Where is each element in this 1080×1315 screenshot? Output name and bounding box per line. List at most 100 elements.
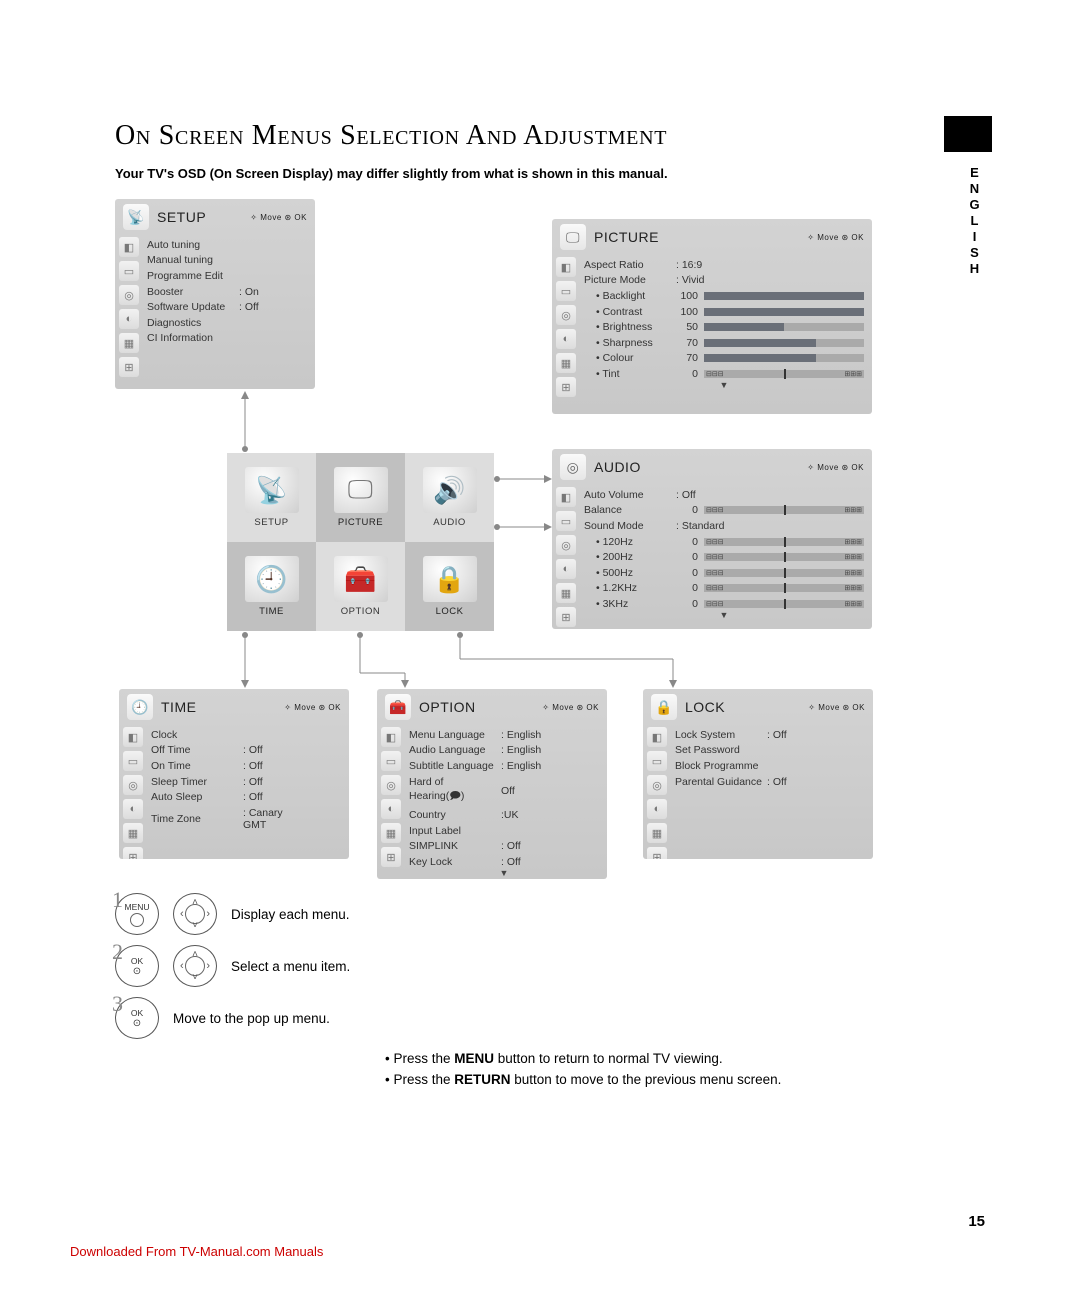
hub-cell-time: 🕘 TIME xyxy=(227,542,316,631)
side-icon: ◧ xyxy=(556,257,576,277)
menu-row: • Brightness50 xyxy=(584,319,864,335)
option-title: OPTION xyxy=(419,699,476,715)
menu-row: Picture Mode: Vivid xyxy=(584,273,864,289)
menu-row: Booster: On xyxy=(147,284,307,300)
side-icon: ◎ xyxy=(556,305,576,325)
menu-row: Country:UK xyxy=(409,807,599,823)
side-icon: ◎ xyxy=(647,775,667,795)
picture-icon: 🖵 xyxy=(334,467,388,513)
menu-row: • Colour70 xyxy=(584,351,864,367)
menu-row: Lock System: Off xyxy=(675,727,865,743)
menu-row: SIMPLINK: Off xyxy=(409,839,599,855)
side-icon: ▭ xyxy=(556,511,576,531)
menu-row: Clock xyxy=(151,727,341,743)
menu-row: • 500Hz0⊟⊟⊟⊞⊞⊞ xyxy=(584,565,864,581)
menu-row: Parental Guidance: Off xyxy=(675,774,865,790)
side-icon: ◧ xyxy=(647,727,667,747)
diagram-area: 📡 SETUP ✧ Move ⊛ OK ◧ ▭ ◎ ◐ ▦ ⊞ Auto tun… xyxy=(115,199,895,869)
side-icon: ◐ xyxy=(381,799,401,819)
side-icon: ◧ xyxy=(556,487,576,507)
step-number: 3 xyxy=(112,991,123,1017)
side-icon: ▦ xyxy=(556,353,576,373)
audio-icon: 🔊 xyxy=(423,467,477,513)
step-number: 1 xyxy=(112,887,123,913)
time-panel: 🕘 TIME ✧ Move ⊛ OK ◧ ▭ ◎ ◐ ▦ ⊞ ClockOff … xyxy=(119,689,349,859)
language-label: ENGLISH xyxy=(967,165,982,277)
monitor-icon: 🖵 xyxy=(560,224,586,250)
subtitle: Your TV's OSD (On Screen Display) may di… xyxy=(115,166,1000,181)
hub-cell-picture: 🖵PICTURE xyxy=(316,453,405,542)
side-icon: ⊞ xyxy=(123,847,143,859)
hub-label: OPTION xyxy=(341,606,380,617)
menu-row: Auto Volume: Off xyxy=(584,487,864,503)
side-icon: ▭ xyxy=(381,751,401,771)
satellite-icon: 📡 xyxy=(123,204,149,230)
side-icon: ▦ xyxy=(647,823,667,843)
dpad-icon xyxy=(173,945,217,987)
menu-row: Aspect Ratio: 16:9 xyxy=(584,257,864,273)
side-icon: ▦ xyxy=(381,823,401,843)
side-icon: ◧ xyxy=(381,727,401,747)
instruction-step: 2 OK⊙ Select a menu item. xyxy=(115,945,1000,987)
lock-icon: 🔒 xyxy=(423,556,477,602)
hub-cell-setup: 📡 SETUP xyxy=(227,453,316,542)
instruction-text: Select a menu item. xyxy=(231,959,350,974)
menu-row: • Sharpness70 xyxy=(584,335,864,351)
lock-title: LOCK xyxy=(685,699,725,715)
hub-label: SETUP xyxy=(254,517,288,528)
panel-hint: ✧ Move ⊛ OK xyxy=(250,213,307,222)
menu-row: Balance0⊟⊟⊟⊞⊞⊞ xyxy=(584,503,864,519)
audio-panel: ◎ AUDIO ✧ Move ⊛ OK ◧ ▭ ◎ ◐ ▦ ⊞ Auto Vol… xyxy=(552,449,872,629)
menu-row: Sound Mode: Standard xyxy=(584,518,864,534)
setup-icon: 📡 xyxy=(245,467,299,513)
option-panel: 🧰 OPTION ✧ Move ⊛ OK ◧ ▭ ◎ ◐ ▦ ⊞ Menu La… xyxy=(377,689,607,879)
menu-row: Audio Language: English xyxy=(409,743,599,759)
side-icon: ⊞ xyxy=(556,607,576,627)
instruction-text: Move to the pop up menu. xyxy=(173,1011,330,1026)
picture-panel: 🖵 PICTURE ✧ Move ⊛ OK ◧ ▭ ◎ ◐ ▦ ⊞ Aspect… xyxy=(552,219,872,414)
side-icon: ◎ xyxy=(556,535,576,555)
toolbox-icon: 🧰 xyxy=(385,694,411,720)
time-icon: 🕘 xyxy=(245,556,299,602)
menu-row: Off Time: Off xyxy=(151,743,341,759)
panel-hint: ✧ Move ⊛ OK xyxy=(284,703,341,712)
menu-row: Set Password xyxy=(675,743,865,759)
instruction-step: 3 OK⊙ Move to the pop up menu. xyxy=(115,997,1000,1039)
side-icon: ▭ xyxy=(556,281,576,301)
side-icon: ◧ xyxy=(123,727,143,747)
menu-row: Manual tuning xyxy=(147,253,307,269)
panel-hint: ✧ Move ⊛ OK xyxy=(542,703,599,712)
hub-label: TIME xyxy=(259,606,284,617)
menu-row: Time Zone: Canary GMT xyxy=(151,805,341,833)
side-icon: ◐ xyxy=(123,799,143,819)
step-number: 2 xyxy=(112,939,123,965)
setup-panel: 📡 SETUP ✧ Move ⊛ OK ◧ ▭ ◎ ◐ ▦ ⊞ Auto tun… xyxy=(115,199,315,389)
side-icon: ⊞ xyxy=(647,847,667,859)
menu-row: Menu Language: English xyxy=(409,727,599,743)
note-bullet: • Press the RETURN button to move to the… xyxy=(385,1072,1000,1087)
menu-row: • Backlight100 xyxy=(584,288,864,304)
side-bar xyxy=(944,116,992,152)
panel-hint: ✧ Move ⊛ OK xyxy=(807,463,864,472)
menu-row: • 120Hz0⊟⊟⊟⊞⊞⊞ xyxy=(584,534,864,550)
menu-row: Subtitle Language: English xyxy=(409,758,599,774)
hub-label: LOCK xyxy=(436,606,464,617)
page-title: On Screen Menus Selection And Adjustment xyxy=(115,120,1000,152)
side-icon: ⊞ xyxy=(381,847,401,867)
menu-row: Sleep Timer: Off xyxy=(151,774,341,790)
menu-row: • Contrast100 xyxy=(584,304,864,320)
side-icon: ◎ xyxy=(123,775,143,795)
menu-row: Diagnostics xyxy=(147,315,307,331)
side-icon: ▭ xyxy=(123,751,143,771)
side-icon: ▦ xyxy=(556,583,576,603)
lock-icon: 🔒 xyxy=(651,694,677,720)
side-icon: ◐ xyxy=(647,799,667,819)
instruction-step: 1 MENU Display each menu. xyxy=(115,893,1000,935)
page-number: 15 xyxy=(968,1213,985,1230)
side-icon: ▭ xyxy=(119,261,139,281)
side-icon: ◎ xyxy=(119,285,139,305)
side-icon: ▦ xyxy=(123,823,143,843)
menu-row: Block Programme xyxy=(675,758,865,774)
note-bullets: • Press the MENU button to return to nor… xyxy=(385,1051,1000,1087)
side-icon: ◐ xyxy=(556,329,576,349)
